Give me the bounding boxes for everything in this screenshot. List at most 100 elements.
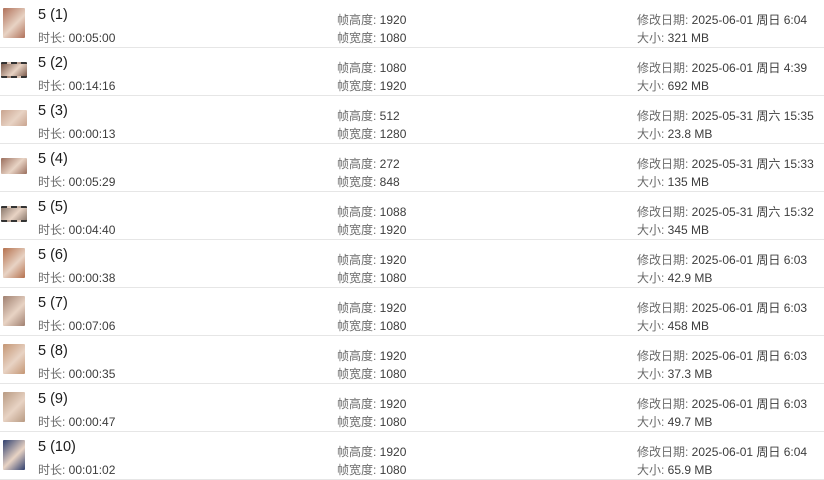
modified-date-value: 2025-05-31 周六 15:35 [691,109,814,123]
file-name[interactable]: 5 (10) [38,439,76,455]
modified-date-value: 2025-05-31 周六 15:33 [691,157,814,171]
video-thumbnail[interactable] [3,440,25,470]
frame-width-field: 帧宽度: 1080 [337,365,406,382]
duration-value: 00:04:40 [68,223,116,237]
file-name[interactable]: 5 (2) [38,55,68,71]
duration-field: 时长: 00:05:29 [38,173,115,190]
file-size-value: 23.8 MB [667,127,713,141]
video-thumbnail[interactable] [1,206,27,222]
modified-date-field: 修改日期: 2025-06-01 周日 6:04 [637,443,807,460]
frame-height-field: 帧高度: 1080 [337,59,406,76]
file-row[interactable]: 5 (2) 时长: 00:14:16 帧高度: 1080 帧宽度: 1920 修… [0,48,824,96]
frame-height-field: 帧高度: 1920 [337,443,406,460]
file-name[interactable]: 5 (6) [38,247,68,263]
frame-width-field: 帧宽度: 1080 [337,413,406,430]
file-row[interactable]: 5 (10) 时长: 00:01:02 帧高度: 1920 帧宽度: 1080 … [0,432,824,480]
video-thumbnail[interactable] [1,158,27,174]
frame-height-value: 1920 [379,13,407,27]
frame-height-field: 帧高度: 1920 [337,11,406,28]
file-size-value: 458 MB [667,319,710,333]
video-thumbnail[interactable] [1,62,27,78]
video-thumbnail[interactable] [3,296,25,326]
frame-height-label: 帧高度: [337,397,380,411]
frame-width-label: 帧宽度: [337,31,380,45]
frame-width-value: 1080 [379,367,407,381]
frame-height-value: 512 [379,109,400,123]
file-name[interactable]: 5 (8) [38,343,68,359]
frame-width-label: 帧宽度: [337,415,380,429]
duration-value: 00:05:29 [68,175,116,189]
duration-value: 00:00:38 [68,271,116,285]
duration-value: 00:00:35 [68,367,116,381]
modified-date-label: 修改日期: [637,349,692,363]
frame-width-label: 帧宽度: [337,463,380,477]
duration-field: 时长: 00:00:38 [38,269,115,286]
frame-height-label: 帧高度: [337,253,380,267]
modified-date-field: 修改日期: 2025-05-31 周六 15:33 [637,155,814,172]
frame-height-field: 帧高度: 1088 [337,203,406,220]
duration-value: 00:07:06 [68,319,116,333]
file-size-value: 65.9 MB [667,463,713,477]
video-thumbnail[interactable] [3,248,25,278]
duration-label: 时长: [38,367,69,381]
file-name[interactable]: 5 (5) [38,199,68,215]
modified-date-value: 2025-06-01 周日 6:03 [691,301,808,315]
file-name[interactable]: 5 (9) [38,391,68,407]
duration-value: 00:14:16 [68,79,116,93]
frame-width-label: 帧宽度: [337,367,380,381]
modified-date-field: 修改日期: 2025-05-31 周六 15:35 [637,107,814,124]
video-thumbnail[interactable] [1,110,27,126]
modified-date-value: 2025-06-01 周日 6:03 [691,397,808,411]
frame-height-field: 帧高度: 1920 [337,299,406,316]
frame-width-value: 1080 [379,319,407,333]
file-row[interactable]: 5 (3) 时长: 00:00:13 帧高度: 512 帧宽度: 1280 修改… [0,96,824,144]
file-row[interactable]: 5 (9) 时长: 00:00:47 帧高度: 1920 帧宽度: 1080 修… [0,384,824,432]
file-row[interactable]: 5 (4) 时长: 00:05:29 帧高度: 272 帧宽度: 848 修改日… [0,144,824,192]
duration-label: 时长: [38,31,69,45]
modified-date-label: 修改日期: [637,301,692,315]
file-name[interactable]: 5 (4) [38,151,68,167]
frame-width-label: 帧宽度: [337,79,380,93]
duration-label: 时长: [38,319,69,333]
duration-field: 时长: 00:07:06 [38,317,115,334]
file-size-value: 321 MB [667,31,710,45]
video-thumbnail[interactable] [3,392,25,422]
modified-date-value: 2025-06-01 周日 6:04 [691,445,808,459]
frame-height-label: 帧高度: [337,109,380,123]
modified-date-value: 2025-06-01 周日 6:03 [691,253,808,267]
file-size-field: 大小: 135 MB [637,173,709,190]
file-name[interactable]: 5 (1) [38,7,68,23]
file-size-label: 大小: [637,415,668,429]
modified-date-field: 修改日期: 2025-06-01 周日 4:39 [637,59,807,76]
duration-label: 时长: [38,415,69,429]
file-size-label: 大小: [637,127,668,141]
file-size-field: 大小: 458 MB [637,317,709,334]
frame-width-field: 帧宽度: 1080 [337,269,406,286]
file-size-value: 135 MB [667,175,710,189]
file-row[interactable]: 5 (1) 时长: 00:05:00 帧高度: 1920 帧宽度: 1080 修… [0,0,824,48]
file-size-label: 大小: [637,79,668,93]
video-thumbnail[interactable] [3,8,25,38]
video-thumbnail[interactable] [3,344,25,374]
file-name[interactable]: 5 (7) [38,295,68,311]
modified-date-label: 修改日期: [637,109,692,123]
frame-width-field: 帧宽度: 848 [337,173,400,190]
frame-height-field: 帧高度: 1920 [337,251,406,268]
file-row[interactable]: 5 (8) 时长: 00:00:35 帧高度: 1920 帧宽度: 1080 修… [0,336,824,384]
frame-height-value: 1920 [379,253,407,267]
frame-height-label: 帧高度: [337,445,380,459]
file-row[interactable]: 5 (5) 时长: 00:04:40 帧高度: 1088 帧宽度: 1920 修… [0,192,824,240]
frame-height-field: 帧高度: 512 [337,107,400,124]
modified-date-label: 修改日期: [637,157,692,171]
file-row[interactable]: 5 (7) 时长: 00:07:06 帧高度: 1920 帧宽度: 1080 修… [0,288,824,336]
frame-height-label: 帧高度: [337,301,380,315]
file-size-value: 37.3 MB [667,367,713,381]
frame-width-value: 1080 [379,271,407,285]
modified-date-value: 2025-05-31 周六 15:32 [691,205,814,219]
duration-label: 时长: [38,271,69,285]
frame-width-field: 帧宽度: 1080 [337,317,406,334]
file-row[interactable]: 5 (6) 时长: 00:00:38 帧高度: 1920 帧宽度: 1080 修… [0,240,824,288]
file-name[interactable]: 5 (3) [38,103,68,119]
file-size-label: 大小: [637,463,668,477]
modified-date-label: 修改日期: [637,253,692,267]
